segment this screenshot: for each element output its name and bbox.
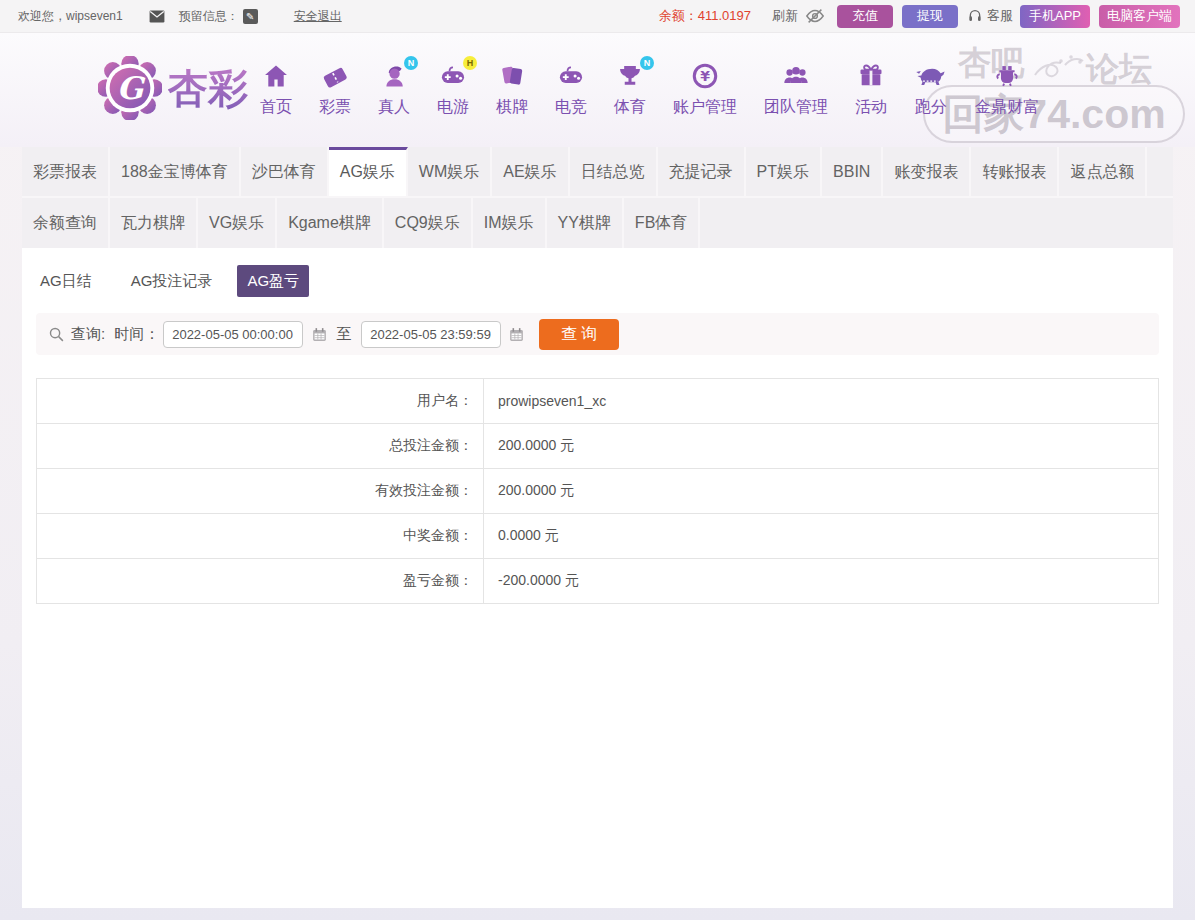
logout-link[interactable]: 安全退出 <box>294 8 342 25</box>
balance-text: 余额：411.0197 <box>659 7 751 25</box>
person-icon: N <box>379 59 409 93</box>
main-nav: 首页 彩票 N 真人 H 电游 棋牌 <box>260 59 1066 118</box>
badge-n: N <box>640 56 654 70</box>
envelope-icon[interactable] <box>149 10 165 23</box>
calendar-icon[interactable] <box>508 326 525 343</box>
headset-icon <box>967 8 983 24</box>
tab-im[interactable]: IM娱乐 <box>473 198 547 248</box>
withdraw-button[interactable]: 提现 <box>902 5 958 28</box>
tab-188[interactable]: 188金宝博体育 <box>110 147 241 196</box>
tab-shaba[interactable]: 沙巴体育 <box>241 147 329 196</box>
nav-lottery[interactable]: 彩票 <box>319 59 351 118</box>
between-label: 至 <box>336 325 351 344</box>
time-from-input[interactable] <box>163 321 303 348</box>
site-logo[interactable]: G 杏彩 <box>98 56 248 120</box>
home-icon <box>261 59 291 93</box>
calendar-icon[interactable] <box>311 326 328 343</box>
nav-egames[interactable]: H 电游 <box>437 59 469 118</box>
report-tabs: 彩票报表 188金宝博体育 沙巴体育 AG娱乐 WM娱乐 AE娱乐 日结总览 充… <box>22 147 1173 248</box>
profit-report-table: 用户名： prowipseven1_xc 总投注金额： 200.0000 元 有… <box>36 378 1159 604</box>
tab-balance-query[interactable]: 余额查询 <box>22 198 110 248</box>
edit-icon[interactable]: ✎ <box>243 9 258 24</box>
gamepad2-icon <box>556 59 586 93</box>
eye-slash-icon[interactable] <box>805 8 825 24</box>
logo-flower-icon: G <box>98 56 162 120</box>
tab-ag[interactable]: AG娱乐 <box>329 147 408 196</box>
nav-cards[interactable]: 棋牌 <box>496 59 528 118</box>
ding-icon <box>992 59 1022 93</box>
tab-bbin[interactable]: BBIN <box>822 147 883 196</box>
customer-service[interactable]: 客服 <box>967 7 1013 25</box>
mobile-app-button[interactable]: 手机APP <box>1020 5 1090 28</box>
nav-promos[interactable]: 活动 <box>855 59 887 118</box>
nav-live[interactable]: N 真人 <box>378 59 410 118</box>
nav-paofen[interactable]: 跑分 <box>914 59 948 118</box>
tab-ae[interactable]: AE娱乐 <box>492 147 569 196</box>
refresh-link[interactable]: 刷新 <box>772 7 798 25</box>
subtab-ag-daily[interactable]: AG日结 <box>40 265 92 297</box>
table-row: 有效投注金额： 200.0000 元 <box>37 469 1159 514</box>
topbar: 欢迎您，wipseven1 预留信息： ✎ 安全退出 余额：411.0197 刷… <box>0 0 1195 33</box>
nav-sports[interactable]: N 体育 <box>614 59 646 118</box>
coin-icon: ¥ <box>690 59 720 93</box>
search-icon <box>48 326 65 343</box>
ag-subtabs: AG日结 AG投注记录 AG盈亏 <box>40 265 1173 297</box>
tab-wali[interactable]: 瓦力棋牌 <box>110 198 198 248</box>
subtab-ag-bets[interactable]: AG投注记录 <box>131 265 213 297</box>
svg-text:¥: ¥ <box>700 68 710 84</box>
subtab-ag-profit[interactable]: AG盈亏 <box>237 265 309 297</box>
tab-daily[interactable]: 日结总览 <box>570 147 658 196</box>
team-icon <box>781 59 811 93</box>
nav-home[interactable]: 首页 <box>260 59 292 118</box>
gamepad-icon: H <box>438 59 468 93</box>
nav-team[interactable]: 团队管理 <box>764 59 828 118</box>
gift-icon <box>856 59 886 93</box>
time-label: 时间： <box>114 325 159 344</box>
svg-text:G: G <box>117 70 146 106</box>
pc-client-button[interactable]: 电脑客户端 <box>1099 5 1180 28</box>
nav-account[interactable]: ¥ 账户管理 <box>673 59 737 118</box>
query-button[interactable]: 查 询 <box>539 319 619 350</box>
ticket-icon <box>320 59 350 93</box>
tab-pt[interactable]: PT娱乐 <box>746 147 822 196</box>
table-row: 盈亏金额： -200.0000 元 <box>37 559 1159 604</box>
tab-kgame[interactable]: Kgame棋牌 <box>277 198 384 248</box>
tab-yy[interactable]: YY棋牌 <box>547 198 624 248</box>
content-panel: 彩票报表 188金宝博体育 沙巴体育 AG娱乐 WM娱乐 AE娱乐 日结总览 充… <box>22 147 1173 908</box>
tab-lottery-report[interactable]: 彩票报表 <box>22 147 110 196</box>
query-label: 查询: <box>71 325 105 344</box>
trophy-icon: N <box>615 59 645 93</box>
cards-icon <box>497 59 527 93</box>
badge-n: N <box>404 56 418 70</box>
reserved-info-label: 预留信息： <box>179 8 239 25</box>
site-header: G 杏彩 首页 彩票 N 真人 H <box>0 33 1195 147</box>
nav-esports[interactable]: 电竞 <box>555 59 587 118</box>
table-row: 用户名： prowipseven1_xc <box>37 379 1159 424</box>
tab-deposit[interactable]: 充提记录 <box>658 147 746 196</box>
time-to-input[interactable] <box>361 321 501 348</box>
tab-vg[interactable]: VG娱乐 <box>198 198 277 248</box>
tab-account-change[interactable]: 账变报表 <box>883 147 971 196</box>
tab-fb[interactable]: FB体育 <box>624 198 700 248</box>
table-row: 中奖金额： 0.0000 元 <box>37 514 1159 559</box>
rhino-icon <box>914 59 948 93</box>
recharge-button[interactable]: 充值 <box>837 5 893 28</box>
tab-cq9[interactable]: CQ9娱乐 <box>384 198 473 248</box>
welcome-text: 欢迎您，wipseven1 <box>18 8 123 25</box>
tab-transfer[interactable]: 转账报表 <box>971 147 1059 196</box>
query-bar: 查询: 时间： 至 查 询 <box>36 313 1159 355</box>
badge-h: H <box>463 56 477 70</box>
table-row: 总投注金额： 200.0000 元 <box>37 424 1159 469</box>
logo-wordmark: 杏彩 <box>168 61 248 116</box>
nav-wealth[interactable]: 金鼎财富 <box>975 59 1039 118</box>
tab-rebate[interactable]: 返点总额 <box>1059 147 1147 196</box>
tab-wm[interactable]: WM娱乐 <box>408 147 492 196</box>
